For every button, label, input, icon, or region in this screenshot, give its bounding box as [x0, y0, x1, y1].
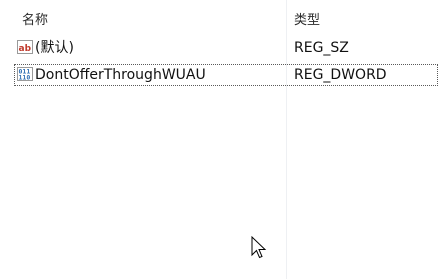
value-name: DontOfferThroughWUAU — [35, 67, 206, 83]
list-item[interactable]: ab (默认) REG_SZ — [14, 37, 438, 59]
value-type: REG_DWORD — [294, 67, 387, 83]
svg-text:ab: ab — [19, 44, 32, 54]
value-name: (默认) — [35, 40, 74, 56]
svg-text:110: 110 — [19, 74, 31, 82]
list-item[interactable]: 011 110 DontOfferThroughWUAU REG_DWORD — [14, 64, 438, 86]
binary-value-icon: 011 110 — [17, 66, 33, 82]
column-header-type[interactable]: 类型 — [294, 9, 320, 28]
registry-values-list: 名称 类型 ab (默认) REG_SZ 011 110 DontOfferTh… — [0, 0, 444, 279]
list-header: 名称 类型 — [0, 0, 444, 30]
string-value-icon: ab — [17, 39, 33, 55]
column-header-name[interactable]: 名称 — [22, 9, 48, 28]
value-type: REG_SZ — [294, 40, 349, 56]
mouse-pointer-icon — [251, 235, 267, 260]
